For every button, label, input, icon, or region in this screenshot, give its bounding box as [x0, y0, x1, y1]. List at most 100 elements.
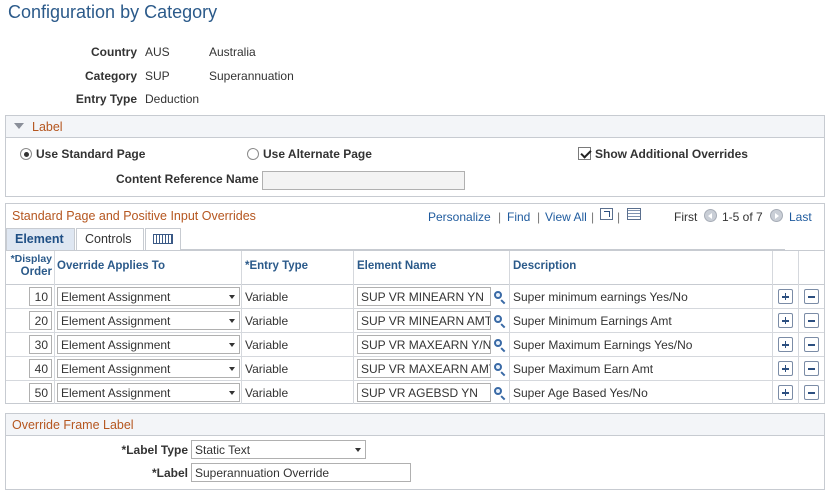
- alternate-page-radio[interactable]: [247, 148, 259, 160]
- category-code: SUP: [145, 69, 170, 83]
- show-all-columns-icon: [153, 234, 173, 244]
- element-name-input[interactable]: SUP VR MINEARN AMT: [357, 311, 491, 330]
- lookup-icon[interactable]: [493, 386, 507, 401]
- description-value: Super Maximum Earnings Yes/No: [513, 338, 693, 352]
- content-reference-name-input[interactable]: [262, 171, 465, 190]
- override-applies-select[interactable]: Element Assignment: [57, 311, 240, 330]
- col-display-order: *Display: [10, 253, 52, 265]
- delete-row-icon[interactable]: [804, 289, 819, 304]
- country-code: AUS: [145, 45, 170, 59]
- label-type-select[interactable]: Static Text: [191, 440, 366, 459]
- toolbar-separator: |: [591, 210, 595, 224]
- label-section: Label Use Standard Page Use Alternate Pa…: [5, 115, 825, 197]
- label-section-header[interactable]: Label: [6, 116, 824, 138]
- add-row-icon[interactable]: [778, 361, 793, 376]
- tab-controls[interactable]: Controls: [76, 228, 144, 250]
- tab-show-all-columns[interactable]: [145, 228, 181, 250]
- table-row: 20 Element Assignment Variable SUP VR MI…: [6, 309, 824, 333]
- entry-type-value: Variable: [245, 314, 289, 328]
- element-name-input[interactable]: SUP VR AGEBSD YN: [357, 383, 491, 402]
- zoom-grid-icon[interactable]: [600, 208, 613, 220]
- show-additional-overrides-checkbox[interactable]: [578, 147, 591, 160]
- col-element-name: Element Name: [357, 260, 437, 272]
- chevron-down-icon: [229, 343, 235, 347]
- label-input[interactable]: Superannuation Override: [191, 463, 411, 482]
- description-value: Super Maximum Earn Amt: [513, 362, 654, 376]
- collapse-icon[interactable]: [14, 123, 24, 129]
- element-name-input[interactable]: SUP VR MAXEARN Y/N: [357, 335, 491, 354]
- table-row: 30 Element Assignment Variable SUP VR MA…: [6, 333, 824, 357]
- delete-row-icon[interactable]: [804, 385, 819, 400]
- toolbar-separator: |: [537, 210, 541, 224]
- add-row-icon[interactable]: [778, 385, 793, 400]
- view-all-link[interactable]: View All: [545, 210, 587, 224]
- previous-row-icon[interactable]: [704, 209, 717, 222]
- override-frame-section: Override Frame Label *Label Type Static …: [5, 413, 825, 490]
- country-desc: Australia: [209, 45, 256, 59]
- override-applies-select[interactable]: Element Assignment: [57, 383, 240, 402]
- lookup-icon[interactable]: [493, 290, 507, 305]
- standard-page-radio[interactable]: [20, 148, 32, 160]
- display-order-input[interactable]: 30: [29, 335, 52, 354]
- delete-row-icon[interactable]: [804, 337, 819, 352]
- category-desc: Superannuation: [209, 69, 294, 83]
- standard-page-label: Use Standard Page: [36, 147, 146, 161]
- add-row-icon[interactable]: [778, 313, 793, 328]
- label-label: *Label: [151, 466, 188, 480]
- overrides-grid-section: Standard Page and Positive Input Overrid…: [5, 203, 825, 404]
- toolbar-separator: |: [498, 210, 502, 224]
- download-spreadsheet-icon[interactable]: [627, 208, 641, 220]
- description-value: Super Age Based Yes/No: [513, 386, 648, 400]
- entry-type-label: Entry Type: [75, 92, 137, 106]
- add-row-icon[interactable]: [778, 337, 793, 352]
- element-name-input[interactable]: SUP VR MAXEARN AMT: [357, 359, 491, 378]
- entry-type-value: Deduction: [145, 92, 200, 106]
- entry-type-value: Variable: [245, 338, 289, 352]
- lookup-icon[interactable]: [493, 338, 507, 353]
- grid-title: Standard Page and Positive Input Overrid…: [12, 209, 256, 223]
- lookup-icon[interactable]: [493, 314, 507, 329]
- entry-type-value: Variable: [245, 386, 289, 400]
- override-frame-header: Override Frame Label: [6, 414, 824, 436]
- show-additional-overrides-label: Show Additional Overrides: [595, 147, 748, 161]
- col-override-applies-to: Override Applies To: [57, 260, 165, 272]
- personalize-link[interactable]: Personalize: [428, 210, 491, 224]
- display-order-input[interactable]: 50: [29, 383, 52, 402]
- display-order-input[interactable]: 20: [29, 311, 52, 330]
- category-label: Category: [84, 69, 137, 83]
- row-range: 1-5 of 7: [722, 210, 763, 224]
- page-title: Configuration by Category: [8, 2, 218, 22]
- override-applies-select[interactable]: Element Assignment: [57, 287, 240, 306]
- entry-type-value: Variable: [245, 290, 289, 304]
- toolbar-separator: |: [617, 210, 621, 224]
- col-entry-type: *Entry Type: [245, 260, 309, 272]
- chevron-down-icon: [229, 319, 235, 323]
- chevron-down-icon: [229, 295, 235, 299]
- tab-element[interactable]: Element: [6, 228, 75, 250]
- element-name-input[interactable]: SUP VR MINEARN YN: [357, 287, 491, 306]
- display-order-input[interactable]: 40: [29, 359, 52, 378]
- find-link[interactable]: Find: [507, 210, 530, 224]
- content-reference-name-label: Content Reference Name: [116, 172, 259, 186]
- col-description: Description: [513, 260, 577, 272]
- override-applies-select[interactable]: Element Assignment: [57, 335, 240, 354]
- last-link[interactable]: Last: [789, 210, 812, 224]
- add-row-icon[interactable]: [778, 289, 793, 304]
- override-frame-title: Override Frame Label: [12, 418, 134, 432]
- entry-type-value: Variable: [245, 362, 289, 376]
- description-value: Super minimum earnings Yes/No: [513, 290, 688, 304]
- chevron-down-icon: [229, 391, 235, 395]
- label-type-label: *Label Type: [121, 443, 188, 457]
- table-row: 10 Element Assignment Variable SUP VR MI…: [6, 285, 824, 309]
- delete-row-icon[interactable]: [804, 361, 819, 376]
- country-label: Country: [91, 45, 137, 59]
- next-row-icon[interactable]: [770, 209, 783, 222]
- override-applies-select[interactable]: Element Assignment: [57, 359, 240, 378]
- table-row: 40 Element Assignment Variable SUP VR MA…: [6, 357, 824, 381]
- chevron-down-icon: [229, 367, 235, 371]
- display-order-input[interactable]: 10: [29, 287, 52, 306]
- delete-row-icon[interactable]: [804, 313, 819, 328]
- first-label: First: [674, 210, 698, 224]
- description-value: Super Minimum Earnings Amt: [513, 314, 672, 328]
- lookup-icon[interactable]: [493, 362, 507, 377]
